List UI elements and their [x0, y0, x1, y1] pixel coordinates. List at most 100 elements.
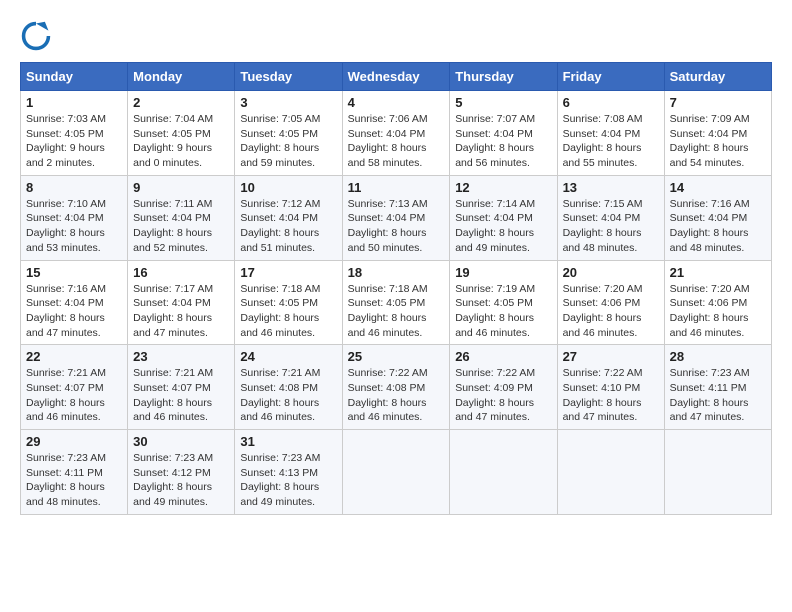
calendar-cell: 6 Sunrise: 7:08 AMSunset: 4:04 PMDayligh… [557, 91, 664, 176]
day-info: Sunrise: 7:22 AMSunset: 4:10 PMDaylight:… [563, 366, 659, 425]
day-number: 3 [240, 95, 336, 110]
page-header [20, 20, 772, 52]
day-number: 11 [348, 180, 445, 195]
day-info: Sunrise: 7:21 AMSunset: 4:07 PMDaylight:… [133, 366, 229, 425]
day-number: 12 [455, 180, 551, 195]
calendar-week-5: 29 Sunrise: 7:23 AMSunset: 4:11 PMDaylig… [21, 430, 772, 515]
calendar-cell: 10 Sunrise: 7:12 AMSunset: 4:04 PMDaylig… [235, 175, 342, 260]
calendar-cell [342, 430, 450, 515]
calendar-cell [664, 430, 771, 515]
day-info: Sunrise: 7:23 AMSunset: 4:12 PMDaylight:… [133, 451, 229, 510]
day-info: Sunrise: 7:07 AMSunset: 4:04 PMDaylight:… [455, 112, 551, 171]
calendar-cell: 7 Sunrise: 7:09 AMSunset: 4:04 PMDayligh… [664, 91, 771, 176]
calendar-cell: 27 Sunrise: 7:22 AMSunset: 4:10 PMDaylig… [557, 345, 664, 430]
calendar-cell: 30 Sunrise: 7:23 AMSunset: 4:12 PMDaylig… [128, 430, 235, 515]
day-info: Sunrise: 7:23 AMSunset: 4:11 PMDaylight:… [26, 451, 122, 510]
day-info: Sunrise: 7:17 AMSunset: 4:04 PMDaylight:… [133, 282, 229, 341]
header-thursday: Thursday [450, 63, 557, 91]
logo-icon [20, 20, 52, 52]
day-info: Sunrise: 7:09 AMSunset: 4:04 PMDaylight:… [670, 112, 766, 171]
calendar-cell: 25 Sunrise: 7:22 AMSunset: 4:08 PMDaylig… [342, 345, 450, 430]
calendar-cell: 5 Sunrise: 7:07 AMSunset: 4:04 PMDayligh… [450, 91, 557, 176]
calendar-cell: 2 Sunrise: 7:04 AMSunset: 4:05 PMDayligh… [128, 91, 235, 176]
calendar-cell: 22 Sunrise: 7:21 AMSunset: 4:07 PMDaylig… [21, 345, 128, 430]
day-info: Sunrise: 7:11 AMSunset: 4:04 PMDaylight:… [133, 197, 229, 256]
calendar-cell: 19 Sunrise: 7:19 AMSunset: 4:05 PMDaylig… [450, 260, 557, 345]
calendar-week-3: 15 Sunrise: 7:16 AMSunset: 4:04 PMDaylig… [21, 260, 772, 345]
day-info: Sunrise: 7:08 AMSunset: 4:04 PMDaylight:… [563, 112, 659, 171]
day-info: Sunrise: 7:13 AMSunset: 4:04 PMDaylight:… [348, 197, 445, 256]
day-number: 21 [670, 265, 766, 280]
day-info: Sunrise: 7:14 AMSunset: 4:04 PMDaylight:… [455, 197, 551, 256]
day-number: 8 [26, 180, 122, 195]
day-number: 23 [133, 349, 229, 364]
header-tuesday: Tuesday [235, 63, 342, 91]
day-number: 9 [133, 180, 229, 195]
day-info: Sunrise: 7:06 AMSunset: 4:04 PMDaylight:… [348, 112, 445, 171]
day-number: 13 [563, 180, 659, 195]
calendar-cell: 23 Sunrise: 7:21 AMSunset: 4:07 PMDaylig… [128, 345, 235, 430]
calendar-week-2: 8 Sunrise: 7:10 AMSunset: 4:04 PMDayligh… [21, 175, 772, 260]
day-number: 7 [670, 95, 766, 110]
day-info: Sunrise: 7:16 AMSunset: 4:04 PMDaylight:… [670, 197, 766, 256]
calendar-cell: 17 Sunrise: 7:18 AMSunset: 4:05 PMDaylig… [235, 260, 342, 345]
calendar-header-row: SundayMondayTuesdayWednesdayThursdayFrid… [21, 63, 772, 91]
header-saturday: Saturday [664, 63, 771, 91]
day-number: 20 [563, 265, 659, 280]
day-number: 4 [348, 95, 445, 110]
day-number: 5 [455, 95, 551, 110]
day-info: Sunrise: 7:20 AMSunset: 4:06 PMDaylight:… [670, 282, 766, 341]
calendar-cell: 14 Sunrise: 7:16 AMSunset: 4:04 PMDaylig… [664, 175, 771, 260]
day-number: 19 [455, 265, 551, 280]
calendar-cell: 16 Sunrise: 7:17 AMSunset: 4:04 PMDaylig… [128, 260, 235, 345]
day-number: 14 [670, 180, 766, 195]
day-number: 26 [455, 349, 551, 364]
calendar-week-4: 22 Sunrise: 7:21 AMSunset: 4:07 PMDaylig… [21, 345, 772, 430]
calendar-cell: 18 Sunrise: 7:18 AMSunset: 4:05 PMDaylig… [342, 260, 450, 345]
calendar-cell: 29 Sunrise: 7:23 AMSunset: 4:11 PMDaylig… [21, 430, 128, 515]
calendar-cell: 9 Sunrise: 7:11 AMSunset: 4:04 PMDayligh… [128, 175, 235, 260]
day-number: 28 [670, 349, 766, 364]
day-number: 31 [240, 434, 336, 449]
day-number: 27 [563, 349, 659, 364]
day-info: Sunrise: 7:19 AMSunset: 4:05 PMDaylight:… [455, 282, 551, 341]
day-number: 6 [563, 95, 659, 110]
header-sunday: Sunday [21, 63, 128, 91]
day-info: Sunrise: 7:03 AMSunset: 4:05 PMDaylight:… [26, 112, 122, 171]
day-info: Sunrise: 7:18 AMSunset: 4:05 PMDaylight:… [348, 282, 445, 341]
day-number: 2 [133, 95, 229, 110]
day-info: Sunrise: 7:12 AMSunset: 4:04 PMDaylight:… [240, 197, 336, 256]
calendar-cell: 11 Sunrise: 7:13 AMSunset: 4:04 PMDaylig… [342, 175, 450, 260]
day-info: Sunrise: 7:23 AMSunset: 4:11 PMDaylight:… [670, 366, 766, 425]
day-number: 10 [240, 180, 336, 195]
day-info: Sunrise: 7:18 AMSunset: 4:05 PMDaylight:… [240, 282, 336, 341]
day-number: 22 [26, 349, 122, 364]
day-info: Sunrise: 7:10 AMSunset: 4:04 PMDaylight:… [26, 197, 122, 256]
logo [20, 20, 56, 52]
calendar-cell: 12 Sunrise: 7:14 AMSunset: 4:04 PMDaylig… [450, 175, 557, 260]
calendar-cell: 24 Sunrise: 7:21 AMSunset: 4:08 PMDaylig… [235, 345, 342, 430]
day-number: 30 [133, 434, 229, 449]
day-info: Sunrise: 7:21 AMSunset: 4:07 PMDaylight:… [26, 366, 122, 425]
day-info: Sunrise: 7:04 AMSunset: 4:05 PMDaylight:… [133, 112, 229, 171]
calendar-cell: 15 Sunrise: 7:16 AMSunset: 4:04 PMDaylig… [21, 260, 128, 345]
calendar-week-1: 1 Sunrise: 7:03 AMSunset: 4:05 PMDayligh… [21, 91, 772, 176]
day-number: 25 [348, 349, 445, 364]
day-info: Sunrise: 7:22 AMSunset: 4:09 PMDaylight:… [455, 366, 551, 425]
header-friday: Friday [557, 63, 664, 91]
day-info: Sunrise: 7:21 AMSunset: 4:08 PMDaylight:… [240, 366, 336, 425]
calendar-cell: 13 Sunrise: 7:15 AMSunset: 4:04 PMDaylig… [557, 175, 664, 260]
day-info: Sunrise: 7:20 AMSunset: 4:06 PMDaylight:… [563, 282, 659, 341]
day-number: 18 [348, 265, 445, 280]
calendar-cell: 26 Sunrise: 7:22 AMSunset: 4:09 PMDaylig… [450, 345, 557, 430]
calendar-cell [557, 430, 664, 515]
day-info: Sunrise: 7:22 AMSunset: 4:08 PMDaylight:… [348, 366, 445, 425]
calendar-table: SundayMondayTuesdayWednesdayThursdayFrid… [20, 62, 772, 515]
header-monday: Monday [128, 63, 235, 91]
calendar-cell: 20 Sunrise: 7:20 AMSunset: 4:06 PMDaylig… [557, 260, 664, 345]
day-number: 17 [240, 265, 336, 280]
calendar-cell: 21 Sunrise: 7:20 AMSunset: 4:06 PMDaylig… [664, 260, 771, 345]
day-info: Sunrise: 7:23 AMSunset: 4:13 PMDaylight:… [240, 451, 336, 510]
calendar-cell: 3 Sunrise: 7:05 AMSunset: 4:05 PMDayligh… [235, 91, 342, 176]
calendar-cell: 31 Sunrise: 7:23 AMSunset: 4:13 PMDaylig… [235, 430, 342, 515]
